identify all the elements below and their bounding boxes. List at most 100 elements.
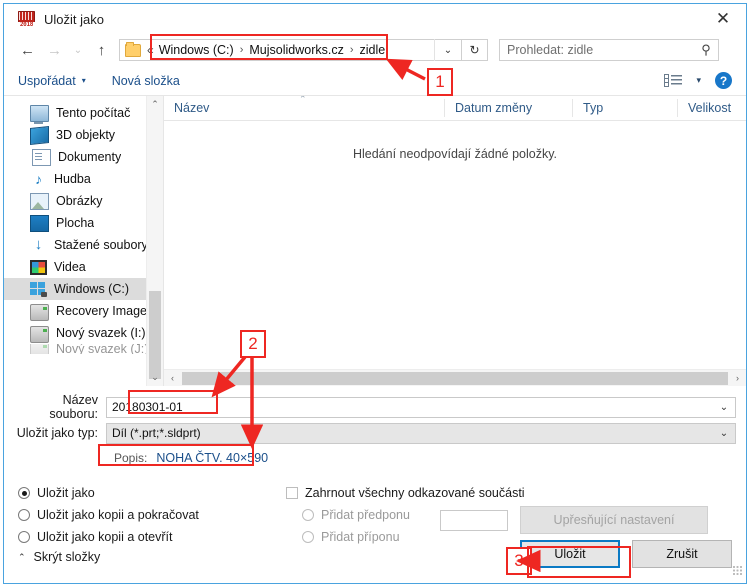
- scroll-right-icon[interactable]: ›: [729, 373, 746, 383]
- filename-combobox[interactable]: 20180301-01 ⌄: [106, 396, 736, 418]
- chevron-down-icon[interactable]: ⌄: [713, 402, 735, 413]
- radio-ulozit-jako[interactable]: Uložit jako: [18, 482, 286, 504]
- view-chevron-down-icon[interactable]: ▾: [696, 75, 701, 86]
- checkbox-zahrnout-odkazovane-soucasti[interactable]: Zahrnout všechny odkazované součásti: [286, 482, 736, 504]
- breadcrumb-overflow-icon[interactable]: «: [147, 43, 154, 57]
- breadcrumb-separator-icon: ›: [239, 44, 244, 56]
- scroll-up-icon[interactable]: ⌃: [147, 96, 163, 113]
- radio-ulozit-jako-kopii-a-pokracovat[interactable]: Uložit jako kopii a pokračovat: [18, 504, 286, 526]
- radio-icon[interactable]: [18, 531, 30, 543]
- sidebar-item-dokumenty[interactable]: Dokumenty: [4, 146, 163, 168]
- search-input[interactable]: [500, 42, 694, 58]
- affix-input[interactable]: [440, 510, 508, 531]
- options-area: Uložit jako Uložit jako kopii a pokračov…: [4, 470, 746, 578]
- column-header-nazev[interactable]: Název ⌃: [164, 96, 444, 117]
- chevron-down-icon[interactable]: ⌄: [713, 428, 735, 439]
- filetype-value: Díl (*.prt;*.sldprt): [112, 426, 201, 440]
- sidebar-item-stazene-soubory[interactable]: ↓ Stažené soubory: [4, 234, 163, 256]
- address-bar[interactable]: « Windows (C:) › Mujsolidworks.cz › zidl…: [119, 39, 462, 61]
- drive-icon: [30, 344, 49, 354]
- radio-icon[interactable]: [18, 509, 30, 521]
- sidebar-item-label: Windows (C:): [54, 282, 130, 296]
- downloads-icon: ↓: [34, 235, 43, 253]
- column-header-datum-zmeny[interactable]: Datum změny: [444, 99, 572, 117]
- column-headers: Název ⌃ Datum změny Typ Velikost: [164, 96, 746, 121]
- sidebar-item-videa[interactable]: Videa: [4, 256, 163, 278]
- sidebar-item-novy-svazek-i[interactable]: Nový svazek (I:): [4, 322, 163, 344]
- up-button[interactable]: ↑: [88, 37, 115, 63]
- filetype-row: Uložit jako typ: Díl (*.prt;*.sldprt) ⌄: [14, 420, 736, 446]
- sidebar-item-novy-svazek-j[interactable]: Nový svazek (J:): [4, 344, 163, 354]
- breadcrumb-item-0[interactable]: Windows (C:): [159, 43, 234, 57]
- radio-icon[interactable]: [18, 487, 30, 499]
- title-bar: 2018 Uložit jako ✕: [4, 4, 746, 34]
- breadcrumb: « Windows (C:) › Mujsolidworks.cz › zidl…: [147, 43, 385, 57]
- radio-label: Uložit jako kopii a pokračovat: [37, 508, 199, 522]
- empty-list-message: Hledání neodpovídají žádné položky.: [352, 147, 558, 161]
- sidebar-vertical-scrollbar[interactable]: ⌃ ⌄: [146, 96, 163, 386]
- file-list-horizontal-scrollbar[interactable]: ‹ ›: [164, 369, 746, 386]
- chevron-down-icon: ▾: [81, 76, 86, 85]
- cancel-button[interactable]: Zrušit: [632, 540, 732, 568]
- scrollbar-thumb[interactable]: [149, 291, 161, 379]
- chevron-up-icon: ⌃: [18, 551, 26, 562]
- sidebar-item-label: Videa: [54, 260, 86, 274]
- radio-label: Uložit jako: [37, 486, 95, 500]
- view-layout-icon[interactable]: [664, 74, 683, 87]
- sidebar-item-label: Hudba: [54, 172, 91, 186]
- hide-folders-button[interactable]: ⌃ Skrýt složky: [18, 550, 100, 564]
- breadcrumb-item-2[interactable]: zidle: [360, 43, 386, 57]
- folder-tree: Tento počítač 3D objekty Dokumenty ♪ Hud…: [4, 96, 163, 354]
- filename-label: Název souboru:: [49, 393, 98, 421]
- sidebar-item-plocha[interactable]: Plocha: [4, 212, 163, 234]
- file-list-pane: Název ⌃ Datum změny Typ Velikost Hledání…: [164, 96, 746, 386]
- close-icon[interactable]: ✕: [700, 4, 746, 34]
- 3d-objects-icon: [30, 125, 49, 145]
- desktop-icon: [30, 215, 49, 232]
- sidebar-item-label: Nový svazek (I:): [56, 326, 146, 340]
- address-dropdown-icon[interactable]: ⌄: [434, 39, 461, 61]
- command-bar: Uspořádat ▾ Nová složka ▾ ?: [4, 66, 746, 96]
- advanced-settings-button[interactable]: Upřesňující nastavení: [520, 506, 708, 534]
- back-button[interactable]: ←: [14, 37, 41, 63]
- search-box[interactable]: ⚲: [499, 39, 719, 61]
- breadcrumb-item-1[interactable]: Mujsolidworks.cz: [249, 43, 343, 57]
- sidebar-item-3d-objekty[interactable]: 3D objekty: [4, 124, 163, 146]
- filetype-combobox[interactable]: Díl (*.prt;*.sldprt) ⌄: [106, 422, 736, 444]
- sidebar-item-recovery-image[interactable]: Recovery Image: [4, 300, 163, 322]
- save-button[interactable]: Uložit: [520, 540, 620, 568]
- new-folder-button[interactable]: Nová složka: [112, 74, 180, 88]
- scroll-down-icon[interactable]: ⌄: [147, 369, 163, 386]
- forward-button[interactable]: →: [41, 37, 68, 63]
- sidebar-item-tento-pocitac[interactable]: Tento počítač: [4, 102, 163, 124]
- sidebar-item-label: Nový svazek (J:): [56, 344, 149, 354]
- breadcrumb-separator-icon: ›: [349, 44, 354, 56]
- filename-input[interactable]: 20180301-01: [107, 400, 713, 414]
- sidebar-item-hudba[interactable]: ♪ Hudba: [4, 168, 163, 190]
- refresh-icon[interactable]: ↻: [462, 39, 488, 61]
- description-value[interactable]: NOHA ČTV. 40×590: [156, 451, 268, 465]
- pictures-icon: [30, 193, 49, 210]
- radio-icon[interactable]: [302, 531, 314, 543]
- recent-locations-button[interactable]: ⌄: [68, 37, 88, 63]
- music-icon: ♪: [35, 170, 42, 187]
- sidebar-item-windows-c[interactable]: Windows (C:): [4, 278, 163, 300]
- videos-icon: [30, 259, 47, 275]
- resize-grip[interactable]: [733, 566, 743, 576]
- help-icon[interactable]: ?: [715, 72, 732, 89]
- radio-icon[interactable]: [302, 509, 314, 521]
- hide-folders-label: Skrýt složky: [33, 550, 101, 564]
- computer-icon: [30, 105, 49, 124]
- dialog-buttons: Uložit Zrušit: [520, 540, 732, 568]
- navigation-bar: ← → ⌄ ↑ « Windows (C:) › Mujsolidworks.c…: [4, 34, 746, 66]
- sidebar-item-obrazky[interactable]: Obrázky: [4, 190, 163, 212]
- scrollbar-thumb[interactable]: [182, 371, 728, 385]
- column-header-label: Název: [174, 101, 210, 115]
- column-header-typ[interactable]: Typ: [572, 99, 677, 117]
- new-folder-label: Nová složka: [111, 73, 180, 88]
- radio-ulozit-jako-kopii-a-otevrit[interactable]: Uložit jako kopii a otevřít: [18, 526, 286, 548]
- column-header-velikost[interactable]: Velikost: [677, 99, 746, 117]
- organize-button[interactable]: Uspořádat ▾: [18, 74, 86, 88]
- checkbox-icon[interactable]: [286, 487, 298, 499]
- scroll-left-icon[interactable]: ‹: [164, 373, 181, 383]
